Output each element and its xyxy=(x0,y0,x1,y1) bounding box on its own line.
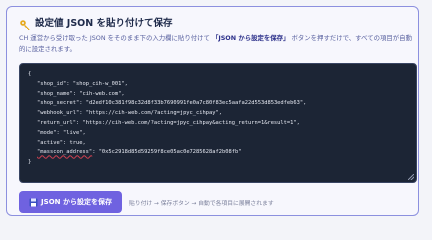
card-title: 設定値 JSON を貼り付けて保存 xyxy=(35,18,173,29)
description-highlight: 「JSON から設定を保存」 xyxy=(211,34,290,42)
card-description: CH 運営から受け取った JSON をそのまま下の入力欄に貼り付けて 「JSON… xyxy=(19,33,414,55)
json-line: "active": true, xyxy=(37,139,86,146)
json-line: "return_url": "https://cih-web.com/?acti… xyxy=(37,119,300,126)
json-line: "masscon_address": "0x5c2918d85d59259f8c… xyxy=(37,149,242,156)
json-line: "shop_id": "shop_cih-w_001", xyxy=(37,80,128,87)
json-code: { "shop_id": "shop_cih-w_001", "shop_name"… xyxy=(28,70,408,168)
save-json-button-label: JSON から設定を保存 xyxy=(41,198,112,206)
json-import-card: 設定値 JSON を貼り付けて保存 CH 運営から受け取った JSON をそのま… xyxy=(6,6,419,216)
hint-text: 貼り付け → 保存ボタン → 自動で各項目に展開されます xyxy=(129,201,274,207)
json-line: "mode": "live", xyxy=(37,129,86,136)
json-open-brace: { xyxy=(28,71,32,77)
json-line: "shop_name": "cih-web.com", xyxy=(37,90,125,97)
description-text-1: CH 運営から受け取った JSON をそのまま下の入力欄に貼り付けて xyxy=(19,34,210,42)
json-line: "shop_secret": "d2edf10c381f98c32d8f33b7… xyxy=(37,100,307,107)
json-textarea[interactable]: { "shop_id": "shop_cih-w_001", "shop_name"… xyxy=(19,63,417,183)
json-line: "webhook_url": "https://cih-web.com/?act… xyxy=(37,110,223,117)
save-json-button[interactable]: JSON から設定を保存 xyxy=(19,191,122,213)
save-icon xyxy=(29,198,38,207)
card-header: 設定値 JSON を貼り付けて保存 xyxy=(19,15,173,30)
key-icon xyxy=(19,16,31,30)
resize-handle-icon[interactable] xyxy=(408,174,414,180)
json-close-brace: } xyxy=(28,159,32,166)
